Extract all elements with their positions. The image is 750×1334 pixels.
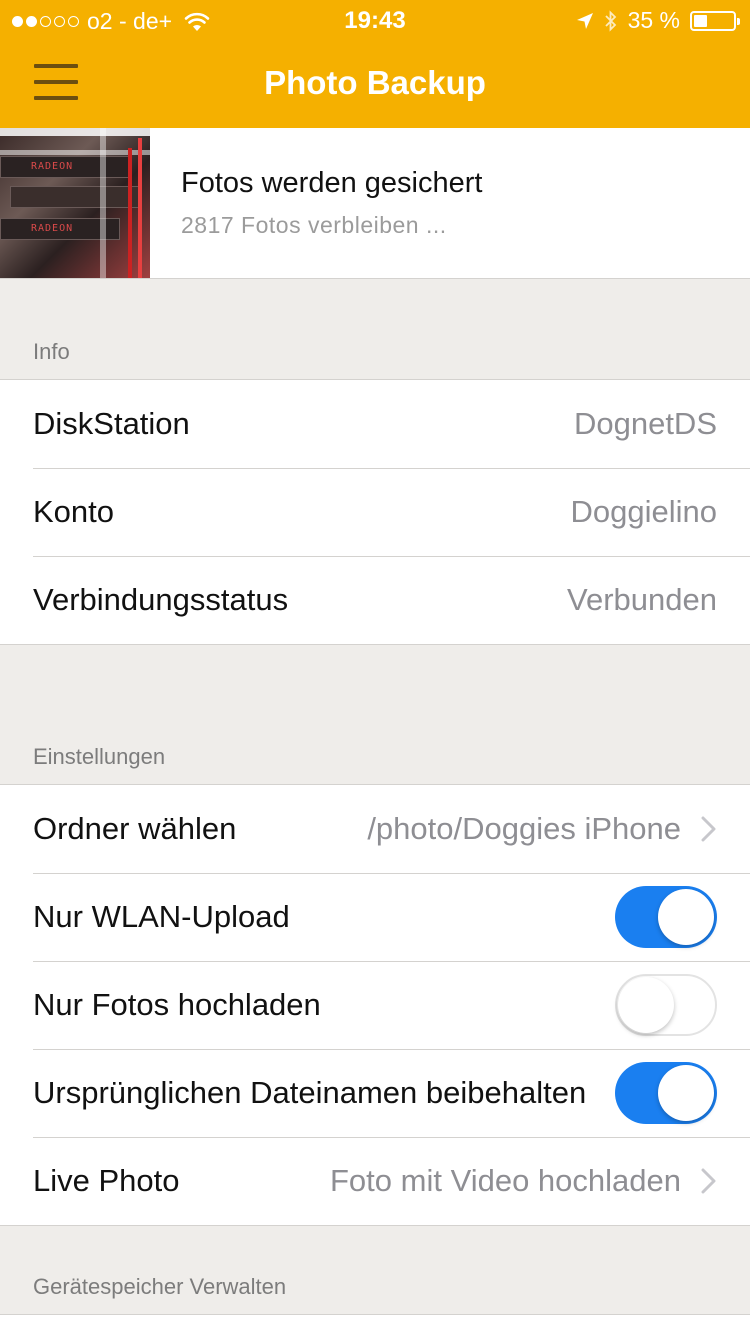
status-right: 35 %: [576, 7, 740, 34]
wlan-upload-toggle[interactable]: [615, 886, 717, 948]
page-title: Photo Backup: [264, 64, 486, 101]
row-label: Ursprünglichen Dateinamen beibehalten: [33, 1075, 587, 1110]
bluetooth-icon: [604, 9, 616, 32]
keep-filenames-toggle[interactable]: [615, 1062, 717, 1124]
row-label: Verbindungsstatus: [33, 582, 289, 617]
chevron-right-icon: [701, 816, 716, 842]
info-header-label: Info: [33, 339, 70, 364]
keep-filenames-row: Ursprünglichen Dateinamen beibehalten: [0, 1049, 750, 1137]
row-label: Live Photo: [33, 1163, 180, 1198]
battery-percent: 35 %: [627, 7, 680, 33]
photos-only-toggle[interactable]: [615, 974, 717, 1036]
folder-select-row[interactable]: Ordner wählen /photo/Doggies iPhone: [0, 785, 750, 873]
storage-section-header: Gerätespeicher Verwalten: [0, 1226, 750, 1314]
backup-status-card: RADEON RADEON Fotos werden gesichert 281…: [0, 128, 750, 279]
row-label: Nur Fotos hochladen: [33, 987, 321, 1022]
live-photo-row[interactable]: Live Photo Foto mit Video hochladen: [0, 1137, 750, 1225]
backup-text: Fotos werden gesichert 2817 Fotos verble…: [150, 128, 482, 278]
status-bar: o2 - de+ 19:43 35 %: [0, 0, 750, 40]
top-bar: o2 - de+ 19:43 35 % Photo Backup: [0, 0, 750, 128]
thumbnail-text-bottom: RADEON: [31, 223, 74, 234]
wlan-upload-row: Nur WLAN-Upload: [0, 873, 750, 961]
info-section-header: Info: [0, 279, 750, 379]
row-value: /photo/Doggies iPhone: [367, 811, 681, 846]
photos-only-row: Nur Fotos hochladen: [0, 961, 750, 1049]
row-value: DognetDS: [573, 406, 717, 441]
screen: o2 - de+ 19:43 35 % Photo Backup RADEON …: [0, 0, 750, 1334]
battery-icon: [690, 10, 740, 31]
backup-thumbnail: RADEON RADEON: [0, 128, 150, 278]
settings-header-label: Einstellungen: [33, 744, 166, 769]
info-group: DiskStation DognetDS Konto Doggielino Ve…: [0, 379, 750, 645]
storage-header-label: Gerätespeicher Verwalten: [33, 1274, 287, 1299]
backup-subtitle: 2817 Fotos verbleiben ...: [181, 212, 447, 238]
settings-group: Ordner wählen /photo/Doggies iPhone Nur …: [0, 784, 750, 1226]
row-value: Foto mit Video hochladen: [330, 1163, 681, 1198]
row-value: Doggielino: [570, 494, 718, 529]
location-arrow-icon: [576, 12, 593, 29]
nav-bar: Photo Backup: [0, 40, 750, 128]
row-label: Konto: [33, 494, 115, 529]
info-row-diskstation: DiskStation DognetDS: [0, 380, 750, 468]
battery-level: [694, 14, 708, 27]
row-label: Ordner wählen: [33, 811, 237, 846]
chevron-right-icon: [701, 1168, 716, 1194]
row-label: Nur WLAN-Upload: [33, 899, 290, 934]
backup-title: Fotos werden gesichert: [181, 167, 483, 199]
thumbnail-text-top: RADEON: [31, 161, 74, 172]
info-row-konto: Konto Doggielino: [0, 468, 750, 556]
row-label: DiskStation: [33, 406, 190, 441]
settings-section-header: Einstellungen: [0, 645, 750, 784]
row-value: Verbunden: [567, 582, 717, 617]
storage-group: [0, 1314, 750, 1334]
info-row-status: Verbindungsstatus Verbunden: [0, 556, 750, 644]
